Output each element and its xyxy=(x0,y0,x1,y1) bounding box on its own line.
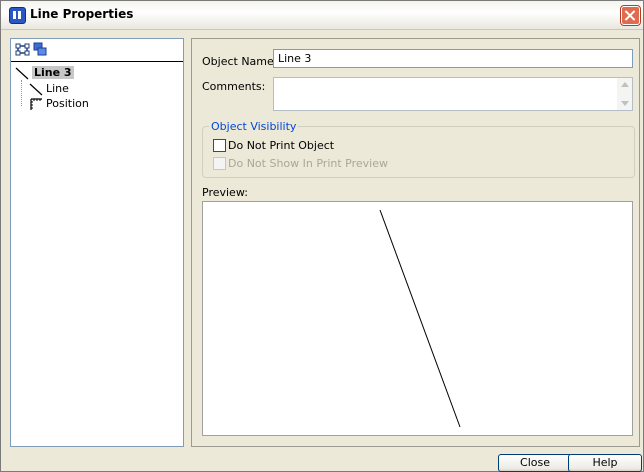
object-name-label: Object Name: xyxy=(202,55,278,68)
do-not-show-preview-checkbox xyxy=(213,157,226,170)
object-visibility-legend: Object Visibility xyxy=(209,120,299,133)
close-button[interactable]: Close xyxy=(498,454,572,472)
comments-label: Comments: xyxy=(202,80,266,93)
diagonal-line-icon xyxy=(15,67,29,80)
do-not-print-label[interactable]: Do Not Print Object xyxy=(228,139,334,152)
comments-scrollbar[interactable] xyxy=(617,78,632,110)
tree-item-position[interactable]: Position xyxy=(29,97,89,111)
app-icon xyxy=(9,7,26,24)
tree-guide-line xyxy=(21,80,22,106)
preview-line xyxy=(379,209,461,428)
preview-label: Preview: xyxy=(202,186,248,199)
tree-item-line-3[interactable]: Line 3 xyxy=(15,66,74,80)
object-tree-panel: Line 3 Line Position xyxy=(10,38,184,447)
preview-area xyxy=(202,201,633,436)
position-ruler-icon xyxy=(29,97,43,111)
preview-line-drawing xyxy=(379,209,461,428)
title-bar[interactable]: Line Properties xyxy=(1,1,643,30)
do-not-print-checkbox[interactable] xyxy=(213,139,226,152)
diagonal-line-icon xyxy=(29,83,43,96)
tree-item-label: Line 3 xyxy=(32,66,74,79)
tree-item-label: Position xyxy=(46,97,89,110)
comments-field[interactable] xyxy=(273,77,633,111)
tree-toolbar xyxy=(11,39,183,62)
scroll-down-icon[interactable] xyxy=(621,101,629,106)
close-window-icon[interactable] xyxy=(621,6,640,25)
dialog-title: Line Properties xyxy=(30,7,134,21)
connector-icon[interactable] xyxy=(15,42,30,57)
tree-item-line[interactable]: Line xyxy=(29,82,69,96)
tree-item-label: Line xyxy=(46,82,69,95)
object-visibility-group xyxy=(202,126,635,178)
help-button[interactable]: Help xyxy=(568,454,642,472)
do-not-show-preview-label: Do Not Show In Print Preview xyxy=(228,157,388,170)
layers-icon[interactable] xyxy=(33,42,48,57)
scroll-up-icon[interactable] xyxy=(621,82,629,87)
object-name-field[interactable] xyxy=(273,49,633,68)
